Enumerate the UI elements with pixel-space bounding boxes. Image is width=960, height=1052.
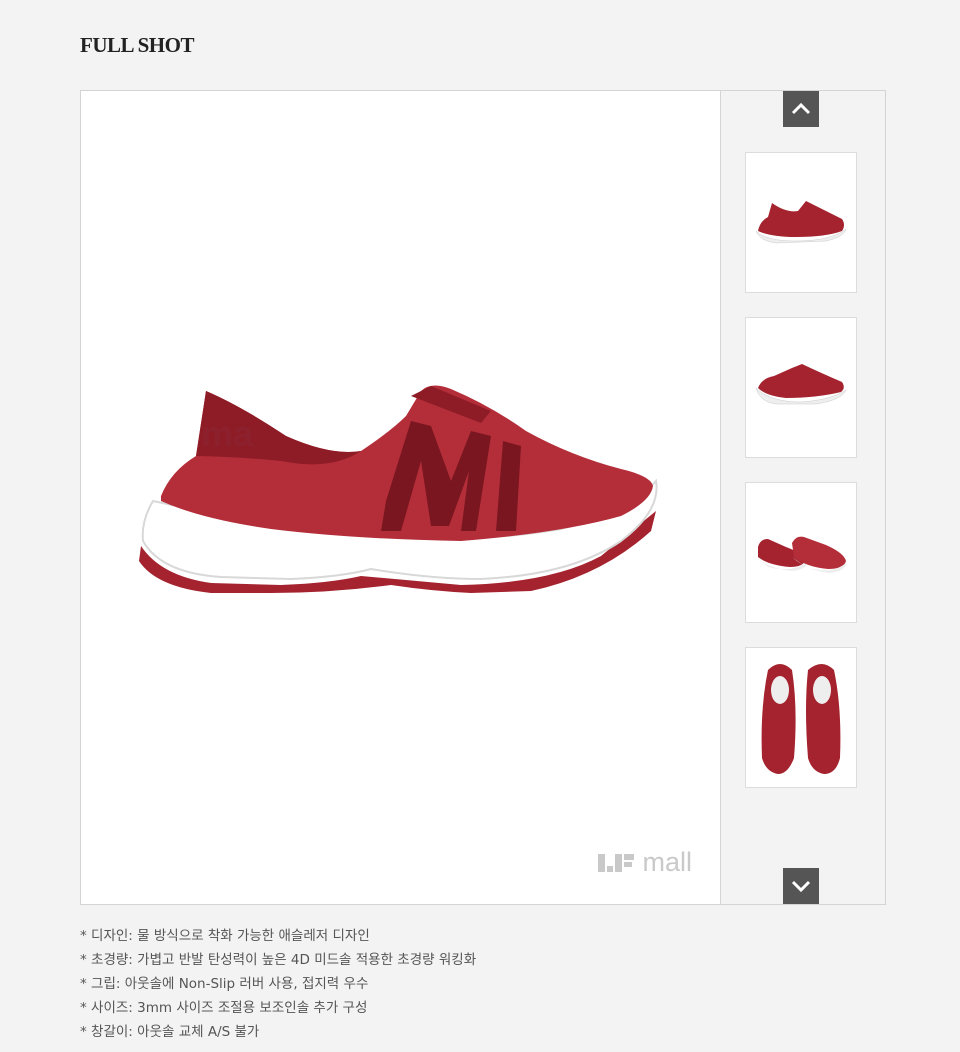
description-item: 초경량: 가볍고 반발 탄성력이 높은 4D 미드솔 적용한 초경량 워킹화 <box>80 948 476 972</box>
section-title: FULL SHOT <box>80 33 194 57</box>
description-item: 디자인: 물 방식으로 착화 가능한 애슬레저 디자인 <box>80 924 476 948</box>
thumb-angle-view[interactable] <box>745 317 857 458</box>
product-image-viewer: ma mall <box>80 90 886 905</box>
thumb-side-view[interactable] <box>745 152 857 293</box>
shoe-main-image: ma <box>139 385 658 593</box>
lf-mall-watermark: mall <box>598 847 692 878</box>
description-item: 그립: 아웃솔에 Non-Slip 러버 사용, 접지력 우수 <box>80 972 476 996</box>
shoe-pair-icon <box>756 536 846 573</box>
thumb-pair-view[interactable] <box>745 482 857 623</box>
product-description-list: 디자인: 물 방식으로 착화 가능한 애슬레저 디자인 초경량: 가볍고 반발 … <box>80 924 476 1044</box>
description-item: 창갈이: 아웃솔 교체 A/S 불가 <box>80 1020 476 1044</box>
shoe-side-icon <box>755 201 847 244</box>
watermark-text: mall <box>642 847 692 877</box>
description-item: 사이즈: 3mm 사이즈 조절용 보조인솔 추가 구성 <box>80 996 476 1020</box>
shoe-angle-icon <box>755 364 847 405</box>
main-product-image[interactable]: ma mall <box>81 91 721 904</box>
chevron-down-icon <box>791 880 811 893</box>
lf-logo-icon <box>598 853 635 872</box>
scroll-up-button[interactable] <box>783 91 819 127</box>
svg-text:ma: ma <box>201 413 254 454</box>
shoe-top-icon <box>761 664 841 774</box>
scroll-down-button[interactable] <box>783 868 819 904</box>
thumb-top-view[interactable] <box>745 647 857 788</box>
chevron-up-icon <box>791 102 811 115</box>
thumbnail-column <box>721 91 885 904</box>
